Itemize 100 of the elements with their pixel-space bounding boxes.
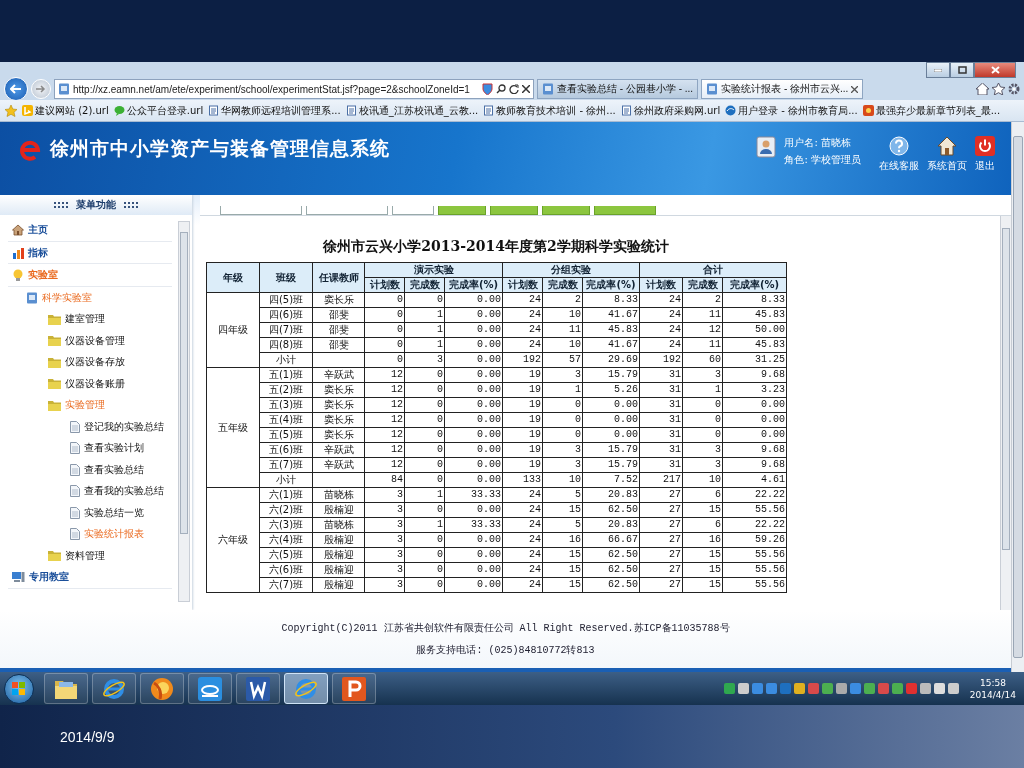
table-cell: 1 (404, 487, 445, 503)
game-icon (862, 105, 874, 117)
table-cell: 0 (404, 562, 445, 578)
minimize-button[interactable] (926, 62, 950, 78)
browser-tab[interactable]: 查看实验总结 - 公园巷小学 - ... (537, 79, 699, 100)
taskbar-app-button[interactable] (284, 673, 328, 705)
table-cell: 31 (639, 382, 683, 398)
bookmark-link[interactable]: 公众平台登录.url (113, 103, 204, 118)
close-button[interactable] (974, 62, 1016, 78)
favorites-star-icon[interactable] (5, 104, 17, 117)
table-cell: 六(5)班 (259, 547, 313, 563)
table-cell: 24 (502, 487, 543, 503)
bookmark-link[interactable]: 华网教师远程培训管理系... (208, 103, 341, 118)
menu-item[interactable]: 查看实验计划 (8, 437, 172, 459)
document-icon (70, 420, 80, 433)
menu-item[interactable]: 仪器设备管理 (8, 329, 172, 352)
table-cell: 0.00 (444, 577, 503, 593)
bookmark-link[interactable]: 建议网站 (2).url (22, 103, 109, 118)
dropdown-field[interactable] (306, 206, 388, 216)
tray-icons-drawing[interactable] (723, 682, 962, 695)
bookmark-link[interactable]: 用户登录 - 徐州市教育局... (725, 103, 858, 118)
table-cell: 10 (542, 337, 583, 353)
scrollbar[interactable] (1000, 216, 1011, 611)
browser-tab[interactable]: 实验统计报表 - 徐州市云兴... (701, 79, 864, 100)
table-cell: 12 (364, 412, 405, 428)
site-icon (542, 83, 554, 96)
table-cell: 31 (639, 397, 683, 413)
table-cell: 11 (682, 337, 723, 353)
menu-item[interactable]: 建室管理 (8, 308, 172, 330)
table-cell: 0.00 (582, 412, 640, 428)
table-cell: 15 (682, 547, 723, 563)
scrollbar[interactable] (1011, 122, 1024, 673)
start-button[interactable] (4, 673, 34, 704)
menu-item[interactable]: 登记我的实验总结 (8, 415, 172, 438)
home-icon[interactable] (976, 83, 989, 96)
table-cell: 3 (364, 532, 405, 548)
menu-item[interactable]: 仪器设备账册 (8, 372, 172, 395)
table-cell: 27 (639, 517, 683, 533)
taskbar-clock[interactable]: 15:58 2014/4/14 (965, 676, 1020, 701)
table-cell: 62.50 (582, 562, 640, 578)
table-cell: 五(2)班 (259, 382, 313, 398)
table-cell: 19 (502, 382, 543, 398)
close-icon[interactable] (851, 85, 859, 93)
table-cell: 62.50 (582, 577, 640, 593)
menu-item[interactable]: 资料管理 (8, 544, 172, 567)
settings-icon[interactable] (1008, 83, 1020, 96)
table-cell: 五(3)班 (259, 397, 313, 413)
menu-item[interactable]: 专用教室 (8, 566, 172, 589)
search-icon[interactable] (496, 84, 506, 95)
table-cell: 45.83 (722, 307, 787, 323)
table-cell: 31 (639, 412, 683, 428)
scrollbar[interactable] (178, 221, 190, 603)
table-cell: 六(6)班 (259, 562, 313, 578)
menu-item[interactable]: 查看我的实验总结 (8, 480, 172, 502)
table-cell: 57 (542, 352, 583, 368)
menu-item[interactable]: 指标 (8, 241, 172, 265)
table-cell: 3.23 (722, 382, 787, 398)
table-cell: 0.00 (444, 412, 503, 428)
address-field[interactable]: http://xz.eamn.net/am/ete/experiment/school/experimentStat.jsf?page=2&schoolZoneId=1 (54, 79, 534, 100)
column-group-header: 演示实验 (364, 262, 503, 278)
header-action-button[interactable]: 在线客服 (879, 136, 919, 174)
table-cell: 0 (364, 292, 405, 308)
table-cell: 0.00 (444, 457, 503, 473)
folder-icon (48, 378, 61, 390)
table-cell: 15 (542, 502, 583, 518)
dropdown-field[interactable] (392, 206, 434, 216)
back-button[interactable] (4, 77, 28, 102)
menu-item[interactable]: 主页 (8, 219, 172, 242)
bookmark-link[interactable]: 徐州政府采购网.url (620, 103, 721, 118)
maximize-button[interactable] (950, 62, 974, 78)
table-cell: 3 (682, 367, 723, 383)
refresh-icon[interactable] (509, 84, 519, 95)
star-icon[interactable] (992, 83, 1005, 96)
table-cell: 31.25 (722, 352, 787, 368)
table-cell: 24 (502, 322, 543, 338)
bookmark-link[interactable]: 教师教育技术培训 - 徐州... (483, 103, 616, 118)
menu-item[interactable]: 查看实验总结 (8, 458, 172, 481)
menu-item[interactable]: 实验总结一览 (8, 501, 172, 524)
table-cell: 0 (404, 532, 445, 548)
house-icon (12, 224, 24, 237)
header-action-button[interactable]: 退出 (975, 136, 995, 174)
table-cell: 15.79 (582, 457, 640, 473)
dropdown-field[interactable] (220, 206, 302, 216)
menu-item[interactable]: 仪器设备存放 (8, 351, 172, 373)
table-cell: 0 (404, 427, 445, 443)
forward-button[interactable] (31, 79, 51, 100)
header-action-button[interactable]: 系统首页 (927, 136, 967, 174)
stop-icon[interactable] (522, 85, 530, 94)
table-cell: 苗晓栋 (312, 487, 365, 503)
bookmark-link[interactable]: 最强弃少最新章节列表_最... (862, 103, 1001, 118)
table-cell: 0 (404, 502, 445, 518)
table-cell: 1 (404, 517, 445, 533)
site-icon (706, 83, 719, 96)
table-cell: 15.79 (582, 442, 640, 458)
table-cell: 0 (682, 397, 723, 413)
table-cell: 殷楠迎 (312, 502, 365, 518)
table-cell: 五(4)班 (259, 412, 313, 428)
bookmark-link[interactable]: 校讯通_江苏校讯通_云教... (345, 103, 479, 118)
table-cell: 辛跃武 (312, 457, 365, 473)
table-cell: 31 (639, 427, 683, 443)
